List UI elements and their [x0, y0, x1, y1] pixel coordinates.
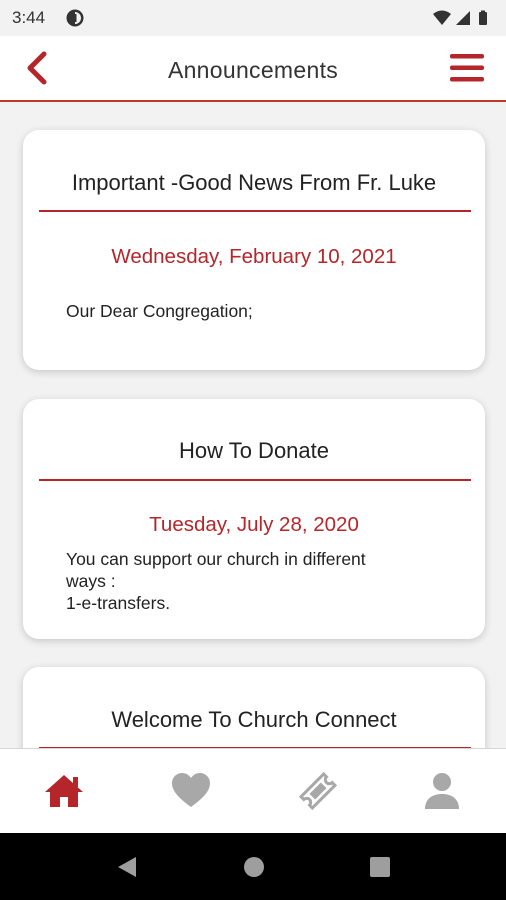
- bottom-navigation: [0, 748, 506, 833]
- wifi-icon: [433, 10, 451, 25]
- status-time: 3:44: [12, 8, 46, 27]
- announcement-date: Wednesday, February 10, 2021: [111, 245, 397, 268]
- menu-button[interactable]: [448, 50, 486, 86]
- nav-profile[interactable]: [420, 769, 464, 813]
- status-icons: [432, 9, 494, 27]
- announcement-card[interactable]: Welcome To Church Connect: [23, 667, 485, 748]
- system-home-button[interactable]: [241, 855, 267, 879]
- nav-home[interactable]: [42, 769, 86, 813]
- hamburger-menu-icon: [450, 54, 484, 82]
- circle-home-icon: [244, 857, 264, 877]
- announcement-date: Tuesday, July 28, 2020: [149, 513, 359, 536]
- announcement-card[interactable]: Important -Good News From Fr. Luke Wedne…: [23, 130, 485, 370]
- home-icon: [45, 775, 83, 807]
- announcement-body: Our Dear Congregation;: [66, 300, 445, 322]
- heart-icon: [172, 773, 210, 807]
- status-bar: 3:44: [0, 0, 506, 36]
- battery-icon: [479, 10, 487, 25]
- announcement-body: You can support our church in different …: [66, 548, 445, 614]
- app-header: Announcements: [0, 36, 506, 102]
- system-recents-button[interactable]: [367, 855, 393, 879]
- signal-icon: [456, 11, 470, 25]
- system-back-button[interactable]: [114, 855, 140, 879]
- square-recents-icon: [370, 857, 390, 877]
- announcement-card[interactable]: How To Donate Tuesday, July 28, 2020 You…: [23, 399, 485, 639]
- triangle-back-icon: [118, 857, 136, 877]
- body-line: 1-e-transfers.: [66, 593, 171, 613]
- announcement-title: Welcome To Church Connect: [111, 707, 397, 732]
- body-line: Our Dear Congregation;: [66, 301, 253, 321]
- notification-app-icon: [66, 9, 84, 27]
- card-divider: [39, 210, 471, 212]
- page-title: Announcements: [167, 57, 339, 83]
- body-line: ways :: [66, 571, 116, 591]
- system-navigation-bar: [0, 833, 506, 900]
- body-line: You can support our church in different: [66, 549, 366, 569]
- announcement-title: Important -Good News From Fr. Luke: [71, 170, 437, 195]
- ticket-icon: [298, 771, 338, 811]
- card-divider: [39, 479, 471, 481]
- nav-favorites[interactable]: [169, 769, 213, 813]
- user-icon: [425, 773, 459, 809]
- announcement-title: How To Donate: [178, 438, 329, 463]
- announcement-list[interactable]: Important -Good News From Fr. Luke Wedne…: [0, 102, 506, 748]
- nav-tickets[interactable]: [296, 769, 340, 813]
